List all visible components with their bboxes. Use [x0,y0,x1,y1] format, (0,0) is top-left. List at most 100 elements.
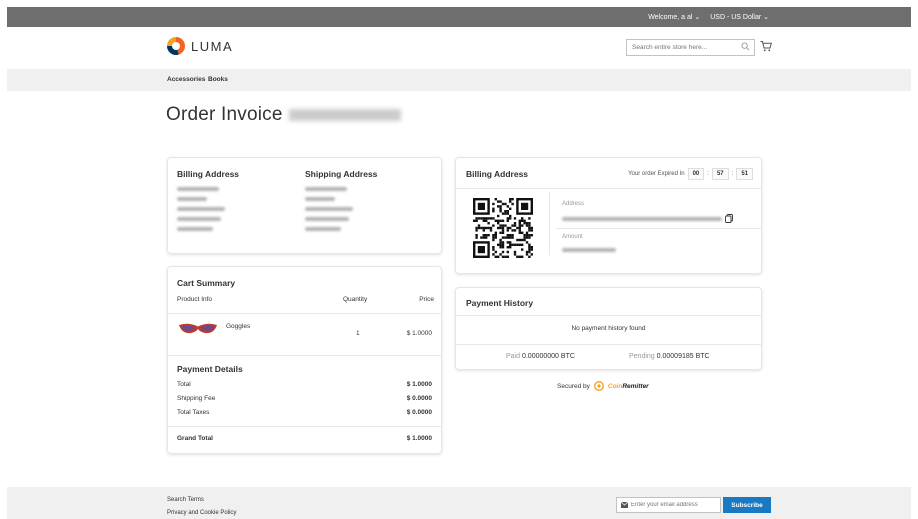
logo-text: LUMA [191,38,234,54]
shipping-address-heading: Shipping Address [305,169,378,179]
currency-switcher[interactable]: USD - US Dollar ⌄ [710,13,769,21]
goggles-product-image [179,323,217,334]
grand-total-value: $ 1.0000 [406,435,432,442]
envelope-icon [621,502,628,508]
redacted-line [305,217,349,221]
payment-row-label: Shipping Fee [177,395,216,402]
divider [456,188,761,189]
page-title-text: Order Invoice [166,104,283,125]
payment-history-card: Payment History No payment history found… [455,287,762,370]
logo[interactable]: LUMA [167,37,233,55]
crypto-billing-heading: Billing Address [466,169,529,179]
grand-total-row: Grand Total $ 1.0000 [177,435,432,442]
timer-minutes: 57 [711,168,729,180]
crypto-billing-card: Billing Address Your order Expired In 00… [455,157,762,274]
col-product-info: Product Info [177,296,213,303]
footer-link-search-terms[interactable]: Search Terms [167,497,204,503]
payment-details-rows: Total $ 1.0000 Shipping Fee $ 0.0000 Tot… [177,381,432,416]
product-price: $ 1.0000 [406,330,432,337]
newsletter-email-input[interactable] [631,498,719,512]
expiry-timer: Your order Expired In 00 : 57 : 51 [628,168,753,180]
timer-seconds: 51 [736,168,753,180]
address-label: Address [562,201,585,207]
search-input[interactable] [627,40,735,55]
payment-row-value: $ 1.0000 [406,381,432,388]
footer-link-privacy[interactable]: Privacy and Cookie Policy [167,510,236,516]
vertical-divider [549,192,550,255]
search-icon[interactable] [741,42,750,51]
pending-value: 0.00009185 BTC [656,353,710,360]
coinremitter-logo-icon [593,381,604,391]
grand-total-label: Grand Total [177,435,213,442]
welcome-menu[interactable]: Welcome, a al ⌄ [648,13,700,21]
payment-row-label: Total Taxes [177,409,210,416]
pending-label: Pending [629,353,655,360]
qr-code-icon [473,198,533,258]
payment-row-value: $ 0.0000 [406,395,432,402]
divider [168,313,441,314]
payment-details-heading: Payment Details [177,364,243,374]
redacted-line [305,197,335,201]
redacted-line [177,217,221,221]
shipping-address-block: Shipping Address [305,169,415,237]
redacted-line [305,227,341,231]
pending-amount: Pending 0.00009185 BTC [629,353,710,360]
secured-by-label: Secured by [557,382,590,390]
top-bar: Welcome, a al ⌄ USD - US Dollar ⌄ [7,7,911,27]
addresses-card: Billing Address Shipping Address [167,157,442,254]
nav-item-books[interactable]: Books [208,76,228,83]
paid-value: 0.00000000 BTC [521,353,575,360]
nav-item-accessories[interactable]: Accessories [167,76,205,83]
payment-row-shipping: Shipping Fee $ 0.0000 [177,395,432,402]
order-number-redacted [288,108,401,121]
payment-row-taxes: Total Taxes $ 0.0000 [177,409,432,416]
copy-icon[interactable] [725,214,733,223]
amount-label: Amount [562,234,583,240]
search-box [626,39,755,56]
redacted-line [177,197,207,201]
no-history-message: No payment history found [571,325,646,332]
brand-part-coin: Coin [607,382,623,390]
payment-row-label: Total [177,381,191,388]
cart-columns: Product Info Quantity Price [177,296,434,303]
redacted-line [305,187,347,191]
timer-hours: 00 [687,168,705,180]
redacted-line [177,207,225,211]
payment-row-total: Total $ 1.0000 [177,381,432,388]
footer: Search Terms Privacy and Cookie Policy S… [7,487,911,519]
redacted-line [177,187,219,191]
secured-by-badge: Secured by CoinRemitter [557,381,649,391]
payment-row-value: $ 0.0000 [406,409,432,416]
cart-summary-card: Cart Summary Product Info Quantity Price… [167,266,442,454]
subscribe-button[interactable]: Subscribe [723,497,771,513]
divider [168,355,441,356]
divider [456,344,761,345]
divider [556,228,761,229]
redacted-wallet-address [562,216,722,221]
address-row [562,214,733,223]
expiry-label: Your order Expired In [628,171,685,177]
product-quantity: 1 [356,330,360,337]
payment-history-heading: Payment History [466,298,534,308]
paid-amount: Paid 0.00000000 BTC [506,353,575,360]
billing-address-heading: Billing Address [177,169,240,179]
cart-icon[interactable] [760,40,772,52]
col-price: Price [419,296,434,303]
header: LUMA [7,27,911,69]
product-name[interactable]: Goggles [226,323,250,330]
redacted-line [177,227,213,231]
brand-part-remitter: Remitter [622,382,649,390]
divider [456,315,761,316]
redacted-line [305,207,353,211]
col-quantity: Quantity [343,296,368,303]
page-title: Order Invoice [166,104,401,126]
cart-summary-heading: Cart Summary [177,278,236,288]
luma-logo-icon [167,37,185,55]
coinremitter-brand: CoinRemitter [608,383,649,390]
billing-address-block: Billing Address [177,169,287,237]
divider [168,426,441,427]
paid-label: Paid [506,353,521,360]
main-nav: Accessories Books [7,69,911,91]
newsletter-box [616,497,721,513]
redacted-amount [562,248,616,252]
